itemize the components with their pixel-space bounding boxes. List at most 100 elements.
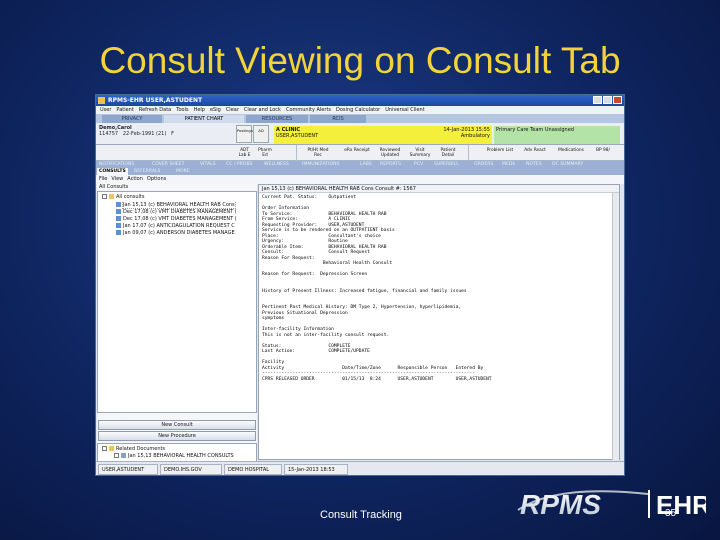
top-tabs: PRIVACY PATIENT CHART RESOURCES RCIS [96, 114, 624, 123]
tab-notifications[interactable]: NOTIFICATIONS [99, 161, 134, 168]
medications-button[interactable]: Medications [554, 146, 588, 160]
erx-receipt-button[interactable]: eRx Receipt [344, 146, 370, 160]
med-rec-button[interactable]: Pt/Ht Med Rec [304, 146, 332, 160]
tab-reports[interactable]: REPORTS [380, 161, 401, 168]
consult-icon [116, 230, 121, 235]
status-bar: USER,ASTUDENT DEMO.IHS.GOV DEMO HOSPITAL… [96, 461, 624, 475]
tab-immunizations[interactable]: IMMUNIZATIONS [302, 161, 340, 168]
consult-detail-header: Jan 15,13 (c) BEHAVIORAL HEALTH RAB Cons… [259, 185, 619, 193]
bp-button[interactable]: BP 98/ [592, 146, 614, 160]
consults-menu: File View Action Options [96, 175, 624, 184]
collapse-icon[interactable] [102, 194, 107, 199]
menu-clear[interactable]: Clear [226, 106, 239, 114]
consult-item[interactable]: Jan 17,07 (c) ANTICOAGULATION REQUEST C [116, 223, 266, 230]
tab-meds[interactable]: MEDS [502, 161, 515, 168]
tab-privacy[interactable]: PRIVACY [102, 115, 162, 123]
menu-community-alerts[interactable]: Community Alerts [286, 106, 331, 114]
reviewed-updated-button[interactable]: Reviewed Updated [376, 146, 404, 160]
adv-react-button[interactable]: Adv React [520, 146, 550, 160]
consult-item[interactable]: Dec 17,08 (c) VMT DIABETES MANAGEMENT ( [116, 216, 266, 223]
menu-dosing-calculator[interactable]: Dosing Calculator [336, 106, 380, 114]
consult-item[interactable]: Dec 17,08 (c) VMT DIABETES MANAGEMENT ( [116, 209, 266, 216]
pharm-ed-button[interactable]: Pharm Ed [256, 146, 274, 160]
ad-button[interactable]: AD [253, 125, 269, 143]
tab-notes[interactable]: NOTES [526, 161, 542, 168]
patient-sex: F [171, 131, 174, 137]
maximize-button[interactable] [603, 96, 612, 104]
patient-banner: Demo,Carol 114757 22-Feb-1991 (21) F Pos… [96, 123, 624, 145]
menu-universal-client[interactable]: Universal Client [385, 106, 424, 114]
visit-context[interactable]: A CLINIC USER,ASTUDENT 14-Jan-2013 15:55… [274, 126, 492, 144]
slide-footer: Consult Tracking [320, 509, 402, 521]
app-icon [98, 97, 105, 104]
menu-refresh-data[interactable]: Refresh Data [139, 106, 171, 114]
menu-clear-and-lock[interactable]: Clear and Lock [244, 106, 281, 114]
consults-list-header: All Consults [99, 184, 129, 190]
menu-tools[interactable]: Tools [176, 106, 188, 114]
patient-dob: 22-Feb-1991 (21) [122, 131, 167, 137]
postings-button[interactable]: Postings [236, 125, 253, 143]
problem-list-button[interactable]: Problem List [484, 146, 516, 160]
tab-resources[interactable]: RESOURCES [246, 115, 308, 123]
detail-scrollbar[interactable] [612, 193, 619, 460]
status-datetime: 15-Jan-2013 18:53 [284, 464, 348, 475]
adt-lab-button[interactable]: ADT Lab E [236, 146, 253, 160]
close-button[interactable] [613, 96, 622, 104]
menu-options[interactable]: Options [147, 175, 166, 184]
tab-consults[interactable]: CONSULTS [97, 168, 128, 175]
chart-tabs: NOTIFICATIONS COVER SHEET VITALS CC / PR… [96, 161, 624, 175]
ehr-window: RPMS-EHR USER,ASTUDENT User Patient Refr… [95, 94, 625, 476]
related-root[interactable]: Related Documents [102, 446, 252, 453]
collapse-icon[interactable] [102, 446, 107, 451]
detail-line: ----------------------------------------… [262, 371, 475, 376]
tab-superbill[interactable]: SUPERBILL [434, 161, 459, 168]
consult-icon [116, 223, 121, 228]
visit-summary-button[interactable]: Visit Summary [407, 146, 433, 160]
consult-item[interactable]: Jan 15,13 (c) BEHAVIORAL HEALTH RAB Cons [116, 202, 266, 209]
chart-toolbar: ADT Lab E Pharm Ed Pt/Ht Med Rec eRx Rec… [96, 145, 624, 161]
svg-text:EHR: EHR [656, 490, 706, 520]
tab-cc-probs[interactable]: CC / PROBS [226, 161, 252, 168]
minimize-button[interactable] [593, 96, 602, 104]
tab-more[interactable]: MORE [176, 168, 190, 175]
new-procedure-button[interactable]: New Procedure [98, 431, 256, 441]
menu-view[interactable]: View [111, 175, 123, 184]
folder-icon [109, 194, 114, 199]
detail-line: CPRS RELEASED ORDER 01/15/13 8:24 USER,A… [262, 376, 492, 382]
patient-info[interactable]: Demo,Carol 114757 22-Feb-1991 (21) F [99, 125, 174, 137]
tab-vitals[interactable]: VITALS [200, 161, 216, 168]
menu-action[interactable]: Action [127, 175, 143, 184]
tab-dc-summary[interactable]: DC SUMMARY [552, 161, 583, 168]
tab-referrals[interactable]: REFERRALS [134, 168, 160, 175]
slide-title: Consult Viewing on Consult Tab [99, 40, 621, 81]
detail-line: Pertinent Past Medical History: DM Type … [262, 305, 462, 310]
tab-pcv[interactable]: PCV [414, 161, 423, 168]
menu-esig[interactable]: eSig [210, 106, 221, 114]
menu-patient[interactable]: Patient [116, 106, 133, 114]
primary-care-team[interactable]: Primary Care Team Unassigned [494, 126, 620, 144]
toolbar-divider [468, 145, 469, 161]
tab-cover-sheet[interactable]: COVER SHEET [152, 161, 184, 168]
tab-patient-chart[interactable]: PATIENT CHART [164, 115, 244, 123]
tab-wellness[interactable]: WELLNESS [264, 161, 289, 168]
menu-user[interactable]: User [100, 106, 111, 114]
consult-detail-pane: Jan 15,13 (c) BEHAVIORAL HEALTH RAB Cons… [258, 184, 620, 460]
menu-help[interactable]: Help [194, 106, 205, 114]
tree-root[interactable]: All consults [102, 194, 252, 201]
status-facility: DEMO HOSPITAL [224, 464, 282, 475]
primary-care-label: Primary Care Team Unassigned [496, 127, 574, 133]
related-document-item[interactable]: Jan 15,13 BEHAVIORAL HEALTH CONSULTS [114, 453, 264, 460]
new-consult-button[interactable]: New Consult [98, 420, 256, 430]
patient-detail-button[interactable]: Patient Detail [436, 146, 460, 160]
detail-line: History of Present Illness: Increased fa… [262, 288, 467, 294]
consult-item[interactable]: Jan 09,07 (c) ANDERSON DIABETES MANAGE [116, 230, 266, 237]
consult-icon [116, 209, 121, 214]
consults-list-pane: All Consults All consults Jan 15,13 (c) … [97, 184, 257, 475]
toolbar-divider [296, 145, 297, 161]
patient-id: 114757 [99, 131, 119, 137]
tab-rcis[interactable]: RCIS [310, 115, 366, 123]
expand-icon[interactable] [114, 453, 119, 458]
tab-labs[interactable]: LABS [360, 161, 372, 168]
menu-file[interactable]: File [99, 175, 107, 184]
tab-orders[interactable]: ORDERS [474, 161, 493, 168]
